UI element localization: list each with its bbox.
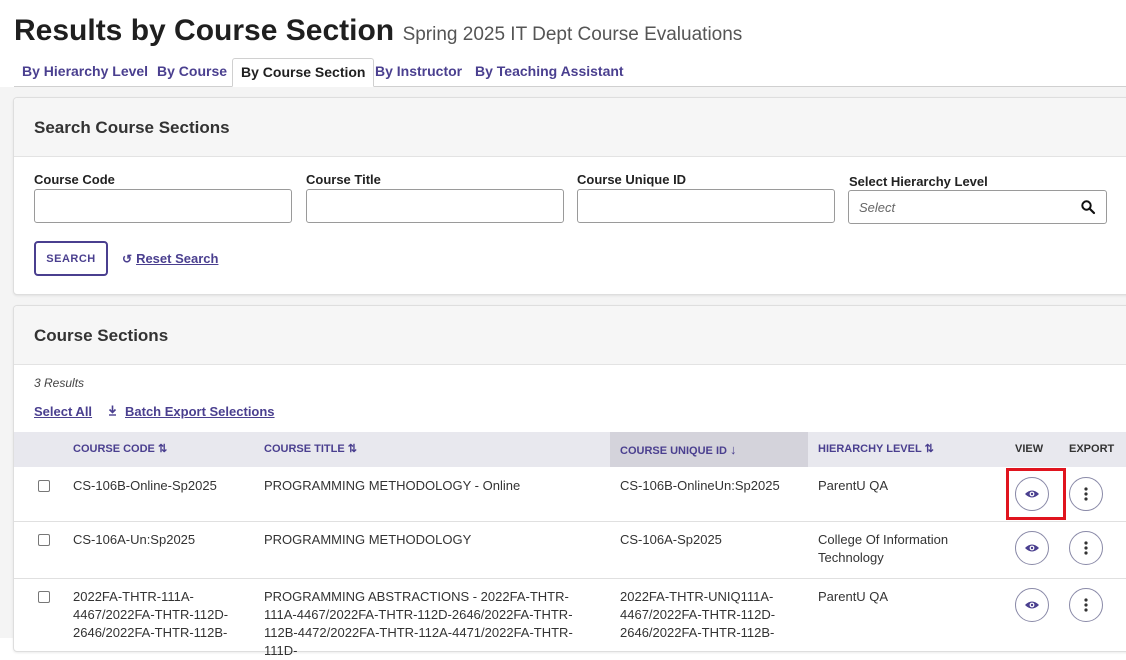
sort-icon: ⇅ xyxy=(347,443,357,455)
hierarchy-level-select[interactable]: Select xyxy=(848,190,1107,224)
cell-course-title: PROGRAMMING ABSTRACTIONS - 2022FA-THTR-1… xyxy=(264,589,573,658)
kebab-icon xyxy=(1084,487,1088,501)
course-unique-id-label: Course Unique ID xyxy=(577,172,687,187)
cell-hierarchy-level: ParentU QA xyxy=(818,589,889,604)
download-icon xyxy=(108,404,117,419)
cell-course-code: 2022FA-THTR-111A-4467/2022FA-THTR-112D-2… xyxy=(73,589,229,640)
page-title: Results by Course Section xyxy=(14,14,395,47)
cell-course-title: PROGRAMMING METHODOLOGY xyxy=(264,532,472,547)
eye-icon xyxy=(1025,601,1039,609)
course-code-input[interactable] xyxy=(34,189,292,223)
tab-by-course[interactable]: By Course xyxy=(149,58,235,86)
cell-course-unique-id: CS-106A-Sp2025 xyxy=(620,532,722,547)
course-sections-header xyxy=(14,306,1126,365)
reset-search-label: Reset Search xyxy=(136,251,219,266)
page-subtitle: Spring 2025 IT Dept Course Evaluations xyxy=(402,24,743,45)
sort-icon: ⇅ xyxy=(924,443,934,455)
view-button[interactable] xyxy=(1015,531,1049,565)
col-view: VIEW xyxy=(1015,443,1044,455)
reset-search-link[interactable]: ↺ Reset Search xyxy=(122,251,218,266)
tab-by-teaching-assistant[interactable]: By Teaching Assistant xyxy=(467,58,632,86)
export-menu-button[interactable] xyxy=(1069,531,1103,565)
tab-by-hierarchy-level[interactable]: By Hierarchy Level xyxy=(14,58,156,86)
sort-desc-icon: ↓ xyxy=(730,442,737,457)
col-course-title[interactable]: COURSE TITLE ⇅ xyxy=(264,432,357,467)
col-course-unique-id[interactable]: COURSE UNIQUE ID ↓ xyxy=(620,432,737,467)
results-count: 3 Results xyxy=(34,376,85,390)
row-checkbox[interactable] xyxy=(38,480,50,492)
hierarchy-level-placeholder: Select xyxy=(859,200,896,215)
kebab-icon xyxy=(1084,541,1088,555)
cell-hierarchy-level: College Of Information Technology xyxy=(818,532,949,565)
search-card: Search Course Sections Course Code Cours… xyxy=(13,97,1126,295)
course-unique-id-input[interactable] xyxy=(577,189,835,223)
batch-export-link[interactable]: Batch Export Selections xyxy=(108,404,275,419)
export-menu-button[interactable] xyxy=(1069,588,1103,622)
course-sections-card: Course Sections 3 Results Select All Bat… xyxy=(13,305,1126,658)
cell-course-code: CS-106B-Online-Sp2025 xyxy=(73,478,217,493)
batch-export-label: Batch Export Selections xyxy=(125,404,275,419)
table-row: 2022FA-THTR-111A-4467/2022FA-THTR-112D-2… xyxy=(14,578,1126,658)
course-code-label: Course Code xyxy=(34,172,115,187)
cell-course-unique-id: 2022FA-THTR-UNIQ111A-4467/2022FA-THTR-11… xyxy=(620,589,776,640)
cell-course-title: PROGRAMMING METHODOLOGY - Online xyxy=(264,478,521,493)
hierarchy-level-label: Select Hierarchy Level xyxy=(849,174,988,189)
eye-icon xyxy=(1025,544,1039,552)
row-checkbox[interactable] xyxy=(38,591,50,603)
table-row: CS-106B-Online-Sp2025 PROGRAMMING METHOD… xyxy=(14,467,1126,522)
highlight-box xyxy=(1006,468,1066,520)
undo-icon: ↺ xyxy=(122,252,133,266)
col-hierarchy-level[interactable]: HIERARCHY LEVEL ⇅ xyxy=(818,432,934,467)
cell-course-code: CS-106A-Un:Sp2025 xyxy=(73,532,196,547)
search-card-title: Search Course Sections xyxy=(34,118,230,137)
search-icon xyxy=(1081,200,1096,215)
kebab-icon xyxy=(1084,598,1088,612)
select-all-link[interactable]: Select All xyxy=(34,404,92,419)
sort-icon: ⇅ xyxy=(157,443,168,455)
tab-by-course-section[interactable]: By Course Section xyxy=(232,58,375,87)
table-row: CS-106A-Un:Sp2025 PROGRAMMING METHODOLOG… xyxy=(14,521,1126,579)
search-button[interactable]: SEARCH xyxy=(34,241,108,276)
tab-by-instructor[interactable]: By Instructor xyxy=(367,58,470,86)
cell-hierarchy-level: ParentU QA xyxy=(818,478,889,493)
export-menu-button[interactable] xyxy=(1069,477,1103,511)
page-header: Results by Course Section Spring 2025 IT… xyxy=(14,14,742,48)
view-button[interactable] xyxy=(1015,588,1049,622)
course-title-label: Course Title xyxy=(306,172,381,187)
cell-course-unique-id: CS-106B-OnlineUn:Sp2025 xyxy=(620,478,780,493)
table-header: COURSE CODE ⇅ COURSE TITLE ⇅ COURSE UNIQ… xyxy=(14,432,1126,467)
course-title-input[interactable] xyxy=(306,189,564,223)
col-export: EXPORT xyxy=(1069,443,1115,455)
col-course-code[interactable]: COURSE CODE ⇅ xyxy=(73,432,167,467)
row-checkbox[interactable] xyxy=(38,534,50,546)
course-sections-title: Course Sections xyxy=(34,326,169,345)
tab-bar: By Hierarchy Level By Course By Course S… xyxy=(14,58,1126,87)
